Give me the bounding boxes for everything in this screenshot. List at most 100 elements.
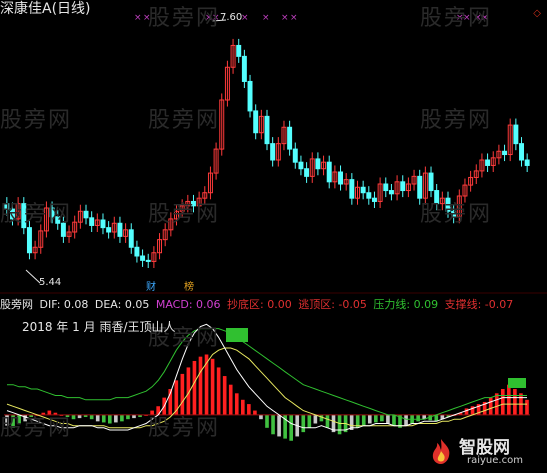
candle-body: [264, 115, 270, 145]
watermark: 股旁网: [148, 416, 221, 441]
price-low-label: 5.44: [39, 277, 62, 288]
candle-body: [513, 124, 519, 145]
diamond-icon[interactable]: ◇: [533, 8, 541, 19]
candle-body: [26, 227, 32, 254]
legend-macd: MACD: 0.06: [155, 298, 221, 311]
macd-bar: [494, 393, 499, 415]
flame-icon: [432, 439, 450, 464]
crest-marker: [508, 378, 526, 388]
candle-body: [524, 159, 530, 166]
macd-bar: [374, 414, 378, 423]
macd-bar: [500, 389, 505, 415]
candle-body: [383, 183, 389, 192]
candle-body: [117, 222, 123, 237]
macd-bar: [216, 367, 221, 415]
candle-body: [298, 161, 304, 170]
macd-bar: [228, 384, 233, 415]
legend-dea: DEA: 0.05: [94, 298, 150, 311]
logo-url: raiyue.com: [467, 455, 523, 466]
macd-bar: [234, 393, 239, 415]
macd-bar: [107, 414, 112, 424]
candle-body: [371, 197, 377, 202]
watermark: 股旁网: [148, 108, 221, 133]
macd-bar: [367, 414, 372, 424]
low-leader-line: [25, 269, 41, 284]
signal-marker: ×: [290, 13, 298, 23]
candle-body: [388, 190, 394, 195]
signal-marker: ×: [281, 13, 289, 23]
watermark: 股旁网: [420, 6, 493, 31]
candle-body: [140, 255, 146, 261]
indicator-legend: 股旁网 DIF: 0.08 DEA: 0.05 MACD: 0.06 抄底区: …: [0, 296, 516, 312]
candle-body: [89, 217, 95, 226]
candle-body: [349, 179, 355, 199]
legend-support-line: 支撑线: -0.07: [444, 298, 514, 311]
macd-bar: [259, 414, 263, 420]
candle-body: [428, 172, 434, 192]
crest-marker: [226, 328, 248, 342]
candle-body: [236, 44, 242, 57]
candle-body: [502, 150, 508, 156]
macd-bar: [120, 414, 124, 422]
site-logo[interactable]: 智股网 raiyue.com: [425, 433, 545, 469]
candle-body: [100, 219, 106, 229]
candle-body: [106, 227, 112, 233]
macd-bar: [180, 373, 185, 415]
candle-body: [145, 259, 151, 262]
macd-bar: [404, 414, 408, 426]
indicator-source: 股旁网: [0, 298, 33, 311]
macd-bar: [380, 414, 384, 422]
macd-bar: [114, 414, 118, 423]
macd-bar: [488, 397, 493, 415]
macd-bar: [464, 408, 469, 415]
candle-body: [366, 192, 372, 199]
macd-bar: [307, 414, 312, 428]
stock-chart-svg: × × × × × × × × × × × ×: [0, 13, 547, 441]
overlay-caption: 雨香/王顶山人: [99, 320, 176, 334]
candle-body: [400, 181, 406, 192]
macd-bar: [507, 384, 511, 415]
legend-dif: DIF: 0.08: [39, 298, 89, 311]
macd-bar: [301, 414, 306, 433]
price-high-label: 7.60: [220, 12, 243, 23]
candle-body: [83, 210, 89, 219]
legend-bottom-zone: 抄底区: 0.00: [227, 298, 292, 311]
macd-bar: [513, 389, 517, 415]
candle-body: [304, 168, 310, 177]
candle-body: [360, 186, 366, 194]
chart-stage: { "title": "深康佳A(日线)", "watermark": "股旁网…: [0, 0, 547, 473]
macd-bar: [253, 410, 257, 415]
candle-body: [247, 80, 253, 112]
macd-bar: [271, 414, 275, 435]
event-marker-finance[interactable]: 财: [146, 278, 156, 293]
watermark: 股旁网: [420, 108, 493, 133]
macd-bar: [525, 399, 529, 415]
watermark: 股旁网: [0, 108, 73, 133]
macd-bar: [277, 414, 281, 437]
period-date: 2018 年 1 月: [22, 320, 96, 334]
candle-body: [519, 143, 524, 161]
macd-bar: [386, 414, 390, 424]
macd-bar: [361, 414, 366, 426]
macd-bar: [126, 414, 130, 420]
candle-body: [270, 143, 276, 161]
chart-title: 深康佳A(日线): [0, 1, 91, 17]
watermark: 股旁网: [0, 202, 73, 227]
watermark: 股旁网: [148, 6, 221, 31]
macd-bar: [101, 414, 106, 423]
candle-body: [253, 110, 259, 134]
macd-bar: [313, 414, 318, 424]
watermark: 股旁网: [420, 202, 493, 227]
macd-bar: [192, 360, 197, 415]
macd-bar: [319, 414, 324, 422]
candle-body: [134, 246, 140, 257]
macd-bar: [241, 399, 245, 415]
event-marker-rank[interactable]: 榜: [184, 278, 194, 293]
macd-bar: [222, 376, 227, 415]
candle-body: [485, 159, 491, 166]
candle-body: [315, 158, 321, 170]
watermark: 股旁网: [0, 416, 73, 441]
candle-body: [287, 126, 293, 150]
legend-pressure-line: 压力线: 0.09: [373, 298, 439, 311]
candle-body: [326, 161, 332, 183]
